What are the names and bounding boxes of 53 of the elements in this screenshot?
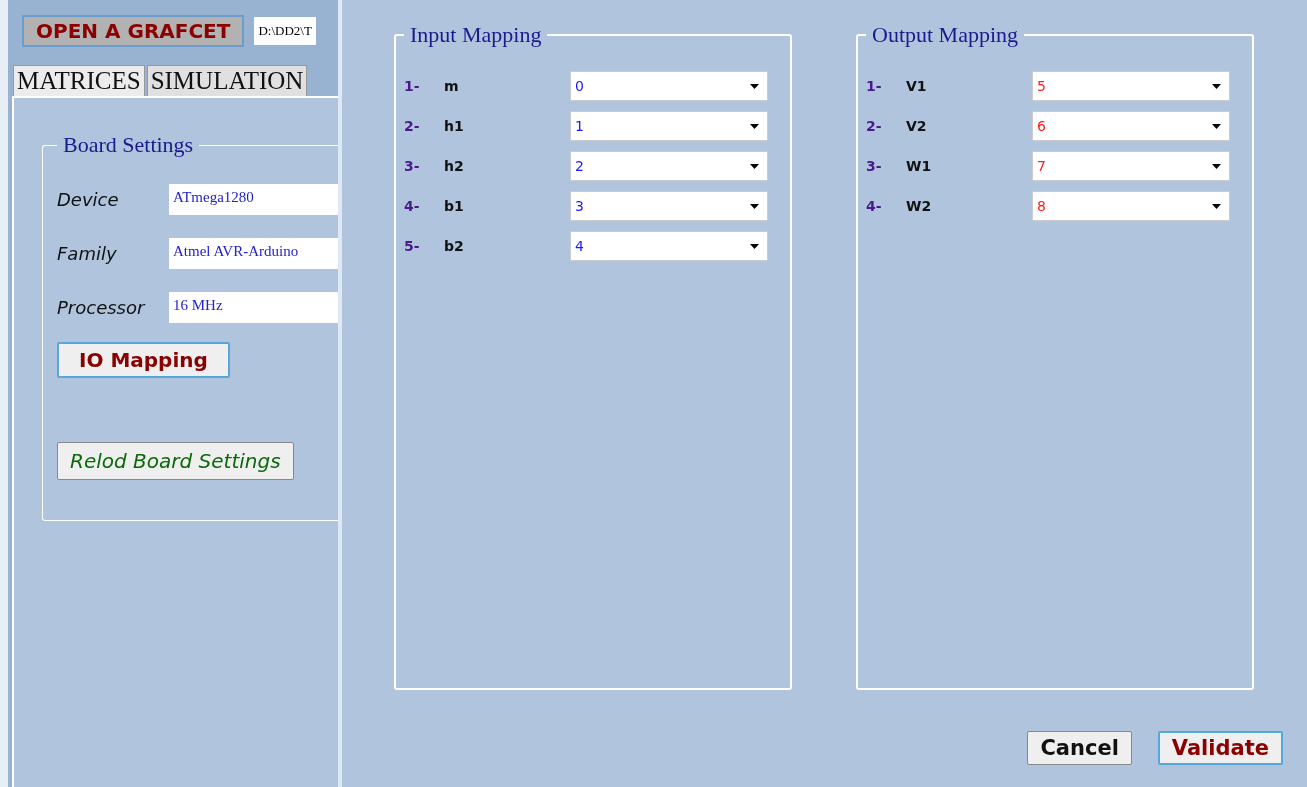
caret-icon [1212,83,1221,89]
dropdown[interactable]: 1 [570,111,768,141]
row-number: 1- [404,78,421,94]
signal-name: m [444,78,460,94]
caret-icon [750,243,759,249]
file-path-field[interactable]: D:\DD2\T [254,17,316,45]
row-number: 5- [404,238,421,254]
caret-icon [750,83,759,89]
signal-name: W1 [906,158,933,174]
signal-name: h2 [444,158,465,174]
text-field[interactable]: Atmel AVR-Arduino [169,237,338,269]
cancel-button[interactable]: Cancel [1027,731,1132,765]
text-field[interactable]: ATmega1280 [169,183,338,215]
field-label: Family [57,242,118,264]
open-grafcet-button[interactable]: OPEN A GRAFCET [22,15,245,47]
dropdown[interactable]: 5 [1032,71,1230,101]
signal-name: h1 [444,118,465,134]
signal-name: V1 [906,78,928,94]
row-number: 2- [866,118,883,134]
group-title: Board Settings [62,132,195,158]
io-mapping-button[interactable]: IO Mapping [57,342,230,378]
signal-name: b1 [444,198,465,214]
caret-icon [1212,123,1221,129]
caret-icon [1212,203,1221,209]
group-title: Input Mapping [409,22,543,48]
tab[interactable]: SIMULATION [146,65,308,96]
caret-icon [750,163,759,169]
dropdown[interactable]: 0 [570,71,768,101]
field-label: Device [57,188,120,210]
caret-icon [1212,163,1221,169]
signal-name: W2 [906,198,933,214]
row-number: 3- [404,158,421,174]
reload-button[interactable]: Relod Board Settings [57,442,294,480]
row-number: 4- [404,198,421,214]
row-number: 4- [866,198,883,214]
dropdown[interactable]: 3 [570,191,768,221]
tab[interactable]: MATRICES [13,65,145,96]
signal-name: b2 [444,238,465,254]
row-number: 3- [866,158,883,174]
row-number: 2- [404,118,421,134]
signal-name: V2 [906,118,928,134]
dropdown[interactable]: 6 [1032,111,1230,141]
dropdown[interactable]: 4 [570,231,768,261]
row-number: 1- [866,78,883,94]
validate-button[interactable]: Validate [1157,731,1283,765]
caret-icon [750,123,759,129]
dropdown[interactable]: 8 [1032,191,1230,221]
dropdown[interactable]: 2 [570,151,768,181]
group-title: Output Mapping [871,22,1020,48]
field-label: Processor [57,296,147,318]
caret-icon [750,203,759,209]
text-field[interactable]: 16 MHz [169,291,338,323]
dropdown[interactable]: 7 [1032,151,1230,181]
